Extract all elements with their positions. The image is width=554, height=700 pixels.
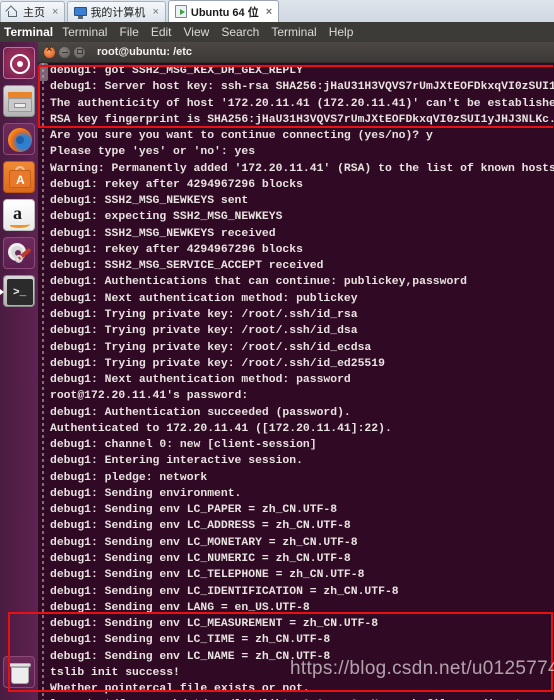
terminal-scrollbar[interactable] [38,63,50,700]
unity-launcher: A a >_ [0,42,38,700]
terminal-line: debug1: Sending env LC_MEASUREMENT = zh_… [50,618,379,631]
tab-home-close-icon[interactable]: × [52,6,58,18]
close-icon[interactable] [44,44,55,58]
menu-terminal[interactable]: Terminal [56,25,113,39]
tab-ubuntu-vm-label: Ubuntu 64 位 [190,6,259,19]
scrollbar-thumb[interactable] [39,63,48,81]
monitor-icon [74,6,88,19]
tab-my-computer-label: 我的计算机 [90,7,146,19]
terminal-line: debug1: Sending env LC_MONETARY = zh_CN.… [50,536,358,549]
terminal-line: debug1: Entering interactive session. [50,455,303,468]
terminal-line: debug1: Sending env LANG = en_US.UTF-8 [50,601,310,614]
terminal-line: debug1: rekey after 4294967296 blocks [50,178,303,191]
terminal-line: debug1: Sending env LC_NUMERIC = zh_CN.U… [50,552,351,565]
terminal-line: debug1: Authentications that can continu… [50,276,467,289]
firefox-globe-glyph [8,128,32,152]
terminal-line: debug1: Sending env LC_IDENTIFICATION = … [50,585,399,598]
running-indicator-arrow [0,289,4,295]
tab-ubuntu-vm[interactable]: Ubuntu 64 位 × [167,0,280,22]
ubuntu-dash-icon[interactable] [3,47,35,79]
terminal-title-bar[interactable]: root@ubuntu: /etc [38,42,554,63]
terminal-line: debug1: SSH2_MSG_NEWKEYS sent [50,195,249,208]
software-center-icon[interactable]: A [3,161,35,193]
system-settings-icon[interactable] [3,237,35,269]
maximize-icon[interactable] [74,46,85,58]
terminal-line: debug1: SSH2_MSG_SERVICE_ACCEPT received [50,260,324,273]
amazon-letter-a: a [13,203,22,223]
menubar-app-name: Terminal [4,25,54,39]
terminal-line: Authenticated to 172.20.11.41 ([172.20.1… [50,422,392,435]
terminal-line: debug1: Sending env LC_PAPER = zh_CN.UTF… [50,504,338,517]
tab-my-computer-close-icon[interactable]: × [152,6,158,18]
terminal-line: Please type 'yes' or 'no': yes [50,146,256,159]
terminal-screen-glyph: >_ [7,279,33,305]
amazon-smile-glyph [10,222,30,228]
terminal-line: debug1: Server host key: ssh-rsa SHA256:… [50,81,554,94]
terminal-line: debug1: expecting SSH2_MSG_NEWKEYS [50,211,283,224]
terminal-line: debug1: Sending env LC_TELEPHONE = zh_CN… [50,569,365,582]
menu-help[interactable]: Help [323,25,360,39]
terminal-line: debug1: Authentication succeeded (passwo… [50,406,351,419]
terminal-window: root@ubuntu: /etc debug1: got SSH2_MSG_K… [38,42,554,700]
vmware-workstation-window: 主页 × 我的计算机 × Ubuntu 64 位 × Terminal Term… [0,0,554,700]
minimize-icon[interactable] [59,46,70,58]
terminal-line: Warning: Permanently added '172.20.11.41… [50,162,554,175]
vm-box-icon [174,5,188,18]
terminal-line: debug1: Trying private key: /root/.ssh/i… [50,341,372,354]
menu-file[interactable]: File [113,25,144,39]
terminal-line: root@172.20.11.41's password: [50,390,249,403]
files-drawer-slot [14,103,26,108]
terminal-line: debug1: channel 0: new [client-session] [50,439,317,452]
amazon-icon[interactable]: a [3,199,35,231]
tab-home-label: 主页 [23,7,45,19]
trash-icon[interactable] [3,656,35,688]
terminal-line: debug1: Next authentication method: publ… [50,292,358,305]
terminal-line: debug1: Sending env LC_ADDRESS = zh_CN.U… [50,520,351,533]
terminal-line: debug1: SSH2_MSG_NEWKEYS received [50,227,276,240]
terminal-line: Are you sure you want to continue connec… [50,130,433,143]
menu-search[interactable]: Search [215,25,265,39]
tab-my-computer[interactable]: 我的计算机 × [67,1,166,22]
menu-terminal-2[interactable]: Terminal [265,25,322,39]
terminal-line: RSA key fingerprint is SHA256:jHaU31H3VQ… [50,113,554,126]
unity-menu-bar: Terminal Terminal File Edit View Search … [0,22,554,42]
software-letter-a: A [16,173,25,187]
window-title: root@ubuntu: /etc [97,46,193,58]
firefox-icon[interactable] [3,123,35,155]
trash-body [11,667,29,684]
terminal-line: debug1: Sending environment. [50,487,242,500]
home-icon [7,6,20,19]
files-icon[interactable] [3,85,35,117]
tab-home[interactable]: 主页 × [0,1,66,22]
scrollbar-track-dashes [42,63,44,700]
ubuntu-logo-glyph [10,54,30,74]
terminal-prompt-glyph: >_ [13,287,27,299]
terminal-line: debug1: Trying private key: /root/.ssh/i… [50,357,385,370]
terminal-line: Whether pointercal file exists or not. [50,683,310,696]
vmware-tab-bar: 主页 × 我的计算机 × Ubuntu 64 位 × [0,0,554,23]
terminal-icon[interactable]: >_ [0,275,35,307]
terminal-line: debug1: Trying private key: /root/.ssh/i… [50,308,358,321]
terminal-line: debug1: rekey after 4294967296 blocks [50,243,303,256]
terminal-line: debug1: got SSH2_MSG_KEX_DH_GEX_REPLY [50,65,303,77]
terminal-line: debug1: pledge: network [50,471,208,484]
watermark-text: https://blog.csdn.net/u012577474 [290,658,554,679]
terminal-line: debug1: Sending env LC_TIME = zh_CN.UTF-… [50,634,331,647]
menu-view[interactable]: View [178,25,216,39]
terminal-line: debug1: Trying private key: /root/.ssh/i… [50,325,358,338]
tab-ubuntu-vm-close-icon[interactable]: × [266,6,272,18]
window-buttons [44,44,85,58]
terminal-screen[interactable]: debug1: got SSH2_MSG_KEX_DH_GEX_REPLYdeb… [50,63,554,700]
terminal-line: The authenticity of host '172.20.11.41 (… [50,97,554,110]
terminal-line: debug1: Next authentication method: pass… [50,374,351,387]
menu-edit[interactable]: Edit [145,25,178,39]
terminal-body[interactable]: debug1: got SSH2_MSG_KEX_DH_GEX_REPLYdeb… [38,63,554,700]
